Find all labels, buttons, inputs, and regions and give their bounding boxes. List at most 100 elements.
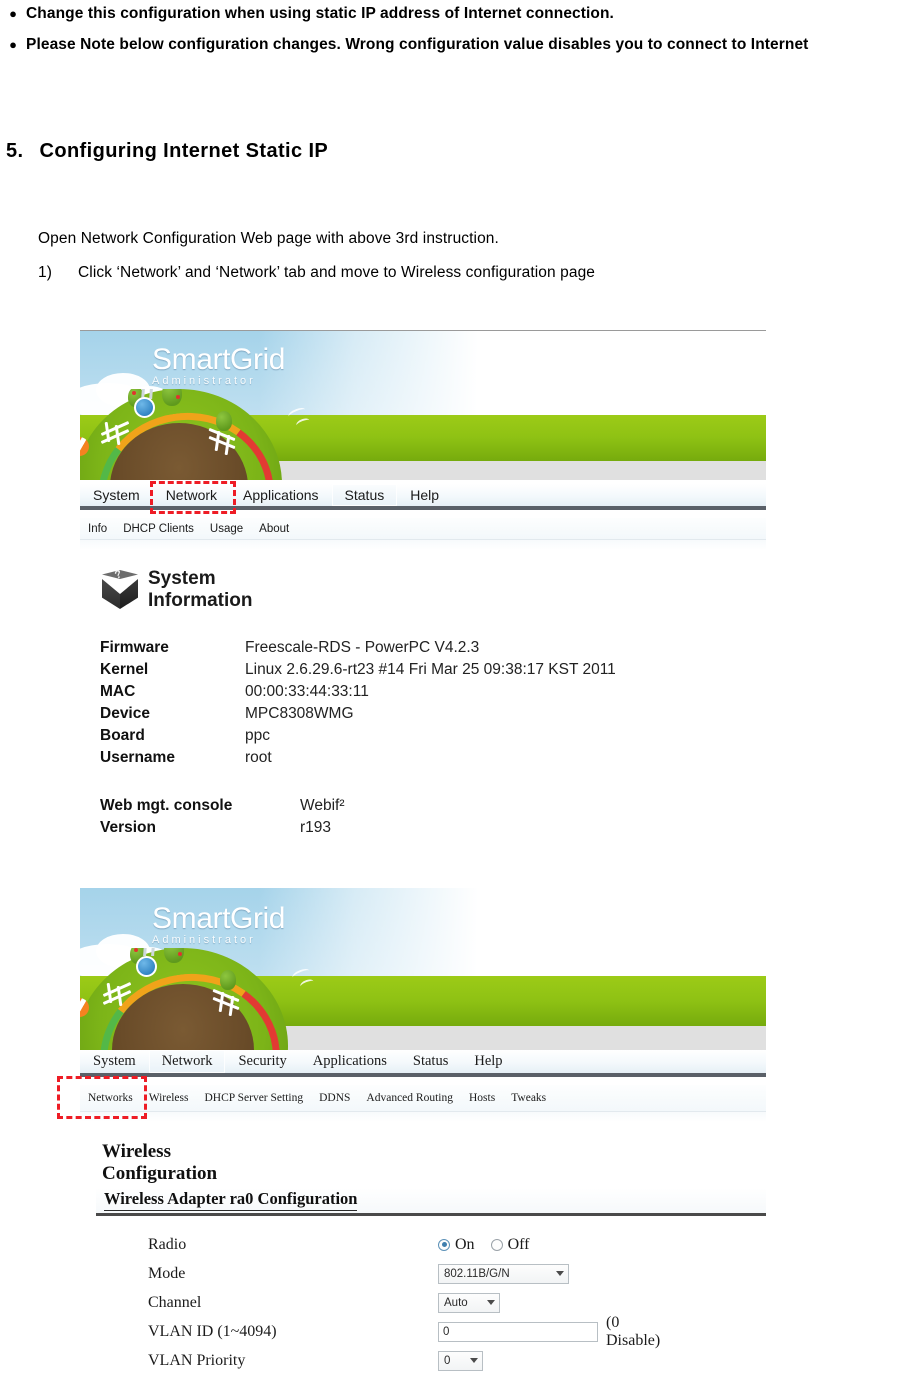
table-row: Kernel Linux 2.6.29.6-rt23 #14 Fri Mar 2… (100, 659, 616, 681)
row-key: Username (100, 749, 175, 766)
table-row: Username root (100, 747, 616, 769)
nav-tab-network[interactable]: Network (148, 1050, 226, 1073)
step-item: 1) Click ‘Network’ and ‘Network’ tab and… (38, 264, 595, 282)
hint-vlan-id: (0 Disable) (605, 1313, 661, 1349)
radio-off[interactable] (490, 1238, 503, 1251)
app-banner: SmartGrid Administrator (80, 888, 766, 1050)
table-row: Web mgt. console Webif² (100, 795, 345, 817)
select-mode[interactable]: 802.11B/G/N (438, 1263, 569, 1284)
tree-icon (220, 970, 236, 990)
select-mode-value: 802.11B/G/N (444, 1267, 510, 1280)
label-mode: Mode (148, 1264, 186, 1282)
label-vlan-priority: VLAN Priority (148, 1351, 246, 1369)
blue-badge-icon (136, 956, 157, 977)
chevron-down-icon (470, 1358, 478, 1363)
label-channel: Channel (148, 1293, 202, 1311)
fruit-dot-icon (132, 391, 136, 395)
row-key: MAC (100, 683, 136, 700)
list-item: Change this configuration when using sta… (0, 0, 900, 27)
radio-on[interactable] (438, 1238, 450, 1251)
radio-off-label[interactable]: Off (508, 1236, 530, 1254)
label-vlan-id: VLAN ID (1~4094) (148, 1322, 277, 1340)
system-information-table: Firmware Freescale-RDS - PowerPC V4.2.3 … (100, 637, 616, 769)
select-channel-value: Auto (444, 1296, 468, 1309)
section-number: 5. (6, 140, 24, 162)
subnav-item-wireless[interactable]: Wireless (141, 1092, 197, 1104)
row-value: Webif² (300, 797, 345, 814)
wireless-adapter-panel-header: Wireless Adapter ra0 Configuration (96, 1188, 766, 1216)
subnav-item-usage[interactable]: Usage (202, 523, 251, 535)
fruit-dot-icon (134, 948, 138, 952)
select-channel[interactable]: Auto (438, 1292, 500, 1313)
subnav-item-advanced-routing[interactable]: Advanced Routing (358, 1092, 461, 1104)
document-bullet-list: Change this configuration when using sta… (0, 0, 900, 62)
sub-navigation-bar[interactable]: Networks Wireless DHCP Server Setting DD… (80, 1085, 766, 1112)
screenshot-bottom-fade (80, 540, 766, 550)
nav-tab-status[interactable]: Status (331, 484, 398, 506)
subnav-item-about[interactable]: About (251, 523, 297, 535)
system-information-heading: ? System Information (100, 568, 253, 612)
tree-icon (216, 411, 232, 431)
nav-tab-status[interactable]: Status (400, 1050, 461, 1073)
page-title: 5. Configuring Internet Static IP (6, 140, 328, 163)
form-row-mode: Mode 802.11B/G/N (148, 1259, 672, 1288)
screenshot-bottom-fade (80, 1112, 766, 1122)
nav-tab-applications[interactable]: Applications (230, 484, 332, 506)
row-value: Freescale-RDS - PowerPC V4.2.3 (245, 639, 480, 656)
select-vlan-priority-value: 0 (444, 1354, 451, 1367)
nav-tab-help[interactable]: Help (397, 484, 452, 506)
fruit-dot-icon (176, 395, 180, 399)
label-radio: Radio (148, 1235, 187, 1253)
section-title: Configuring Internet Static IP (39, 140, 329, 162)
row-value: 00:00:33:44:33:11 (245, 683, 369, 700)
wireless-configuration-form: Radio On Off Mode 802.11B/G/N Channel Au… (148, 1230, 672, 1375)
form-row-vlan-id: VLAN ID (1~4094) 0 (0 Disable) (148, 1314, 672, 1349)
system-information-title: System Information (148, 568, 253, 611)
subnav-item-info[interactable]: Info (80, 523, 115, 535)
table-row: Device MPC8308WMG (100, 703, 616, 725)
nav-tab-network[interactable]: Network (153, 484, 230, 506)
sub-navigation-bar[interactable]: Info DHCP Clients Usage About (80, 518, 766, 540)
bullet-text: Please Note below configuration changes.… (26, 36, 809, 53)
row-value: root (245, 749, 272, 766)
table-row: MAC 00:00:33:44:33:11 (100, 681, 616, 703)
table-row: Version r193 (100, 817, 345, 839)
globe-illustration (80, 389, 286, 480)
radio-on-label[interactable]: On (455, 1236, 475, 1254)
web-console-table: Web mgt. console Webif² Version r193 (100, 795, 345, 839)
step-number: 1) (38, 264, 52, 281)
bullet-icon (0, 31, 26, 58)
subnav-item-networks[interactable]: Networks (80, 1092, 141, 1104)
subnav-item-hosts[interactable]: Hosts (461, 1092, 503, 1104)
row-key: Version (100, 819, 156, 836)
table-row: Firmware Freescale-RDS - PowerPC V4.2.3 (100, 637, 616, 659)
form-row-vlan-priority: VLAN Priority 0 (148, 1346, 672, 1375)
input-vlan-id[interactable]: 0 (438, 1321, 598, 1342)
step-text: Click ‘Network’ and ‘Network’ tab and mo… (78, 264, 596, 281)
bullet-text: Change this configuration when using sta… (26, 5, 614, 22)
chevron-down-icon (556, 1271, 564, 1276)
nav-tab-system[interactable]: System (80, 1050, 149, 1073)
row-key: Firmware (100, 639, 169, 656)
nav-tab-system[interactable]: System (80, 484, 153, 506)
globe-illustration (80, 948, 291, 1050)
row-value: MPC8308WMG (245, 705, 354, 722)
nav-tab-help[interactable]: Help (461, 1050, 515, 1073)
subnav-item-ddns[interactable]: DDNS (311, 1092, 358, 1104)
radio-group-radio[interactable]: On Off (438, 1236, 545, 1254)
blue-badge-icon (134, 397, 155, 418)
nav-tab-security[interactable]: Security (225, 1050, 299, 1073)
wireless-adapter-panel-title: Wireless Adapter ra0 Configuration (104, 1189, 358, 1211)
row-key: Web mgt. console (100, 797, 233, 814)
main-navigation-bar[interactable]: System Network Security Applications Sta… (80, 1050, 766, 1077)
main-navigation-bar[interactable]: System Network Applications Status Help (80, 484, 766, 510)
subnav-item-tweaks[interactable]: Tweaks (503, 1092, 554, 1104)
row-key: Kernel (100, 661, 149, 678)
subnav-item-dhcp-server-setting[interactable]: DHCP Server Setting (197, 1092, 312, 1104)
subnav-item-dhcp-clients[interactable]: DHCP Clients (115, 523, 202, 535)
bullet-icon (0, 0, 26, 27)
select-vlan-priority[interactable]: 0 (438, 1350, 483, 1371)
nav-tab-applications[interactable]: Applications (300, 1050, 400, 1073)
row-key: Board (100, 727, 145, 744)
intro-paragraph: Open Network Configuration Web page with… (38, 230, 499, 247)
